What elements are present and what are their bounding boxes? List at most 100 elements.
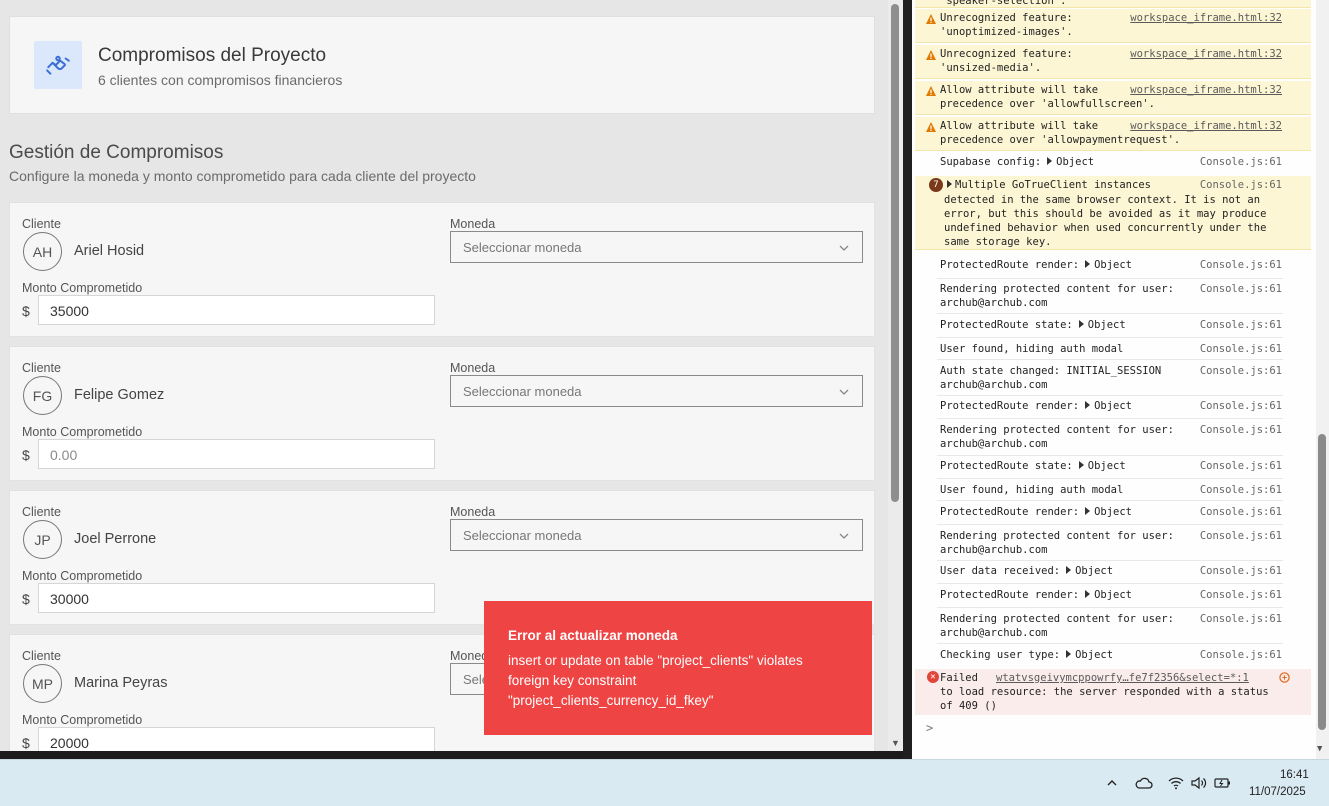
scroll-down-arrow-icon[interactable]: ▼: [1317, 744, 1322, 754]
expand-triangle-icon[interactable]: [1078, 461, 1084, 469]
console-error-url-link[interactable]: wtatvsgeivymcppowrfy…fe7f2356&select=*:1: [996, 671, 1249, 685]
onedrive-cloud-icon[interactable]: [1135, 774, 1153, 792]
console-message: undefined behavior when used concurrentl…: [944, 222, 1267, 234]
amount-input[interactable]: 0.00: [38, 439, 435, 469]
currency-select-placeholder: Seleccionar moneda: [463, 240, 582, 255]
expand-triangle-icon[interactable]: [1085, 260, 1091, 268]
app-scrollbar[interactable]: ▼: [888, 0, 903, 751]
amount-input[interactable]: 20000: [38, 727, 435, 751]
console-log-row: ProtectedRoute render: Object Console.js:…: [915, 397, 1311, 417]
amount-input[interactable]: 35000: [38, 295, 435, 325]
console-source-link[interactable]: Console.js:61: [1200, 588, 1282, 602]
console-object[interactable]: Object: [1094, 589, 1132, 601]
console-source-link[interactable]: Console.js:61: [1200, 529, 1282, 543]
console-object[interactable]: Object: [1075, 649, 1113, 661]
currency-select[interactable]: Seleccionar moneda: [450, 375, 863, 407]
console-object[interactable]: Object: [1094, 259, 1132, 271]
log-separator: [937, 395, 1283, 396]
amount-input[interactable]: 30000: [38, 583, 435, 613]
expand-triangle-icon[interactable]: [1085, 401, 1091, 409]
console-message-text: ProtectedRoute render:: [940, 400, 1080, 412]
console-source-link[interactable]: Console.js:61: [1200, 399, 1282, 413]
console-source-link[interactable]: Console.js:61: [1200, 505, 1282, 519]
warning-icon: [926, 14, 936, 24]
console-source-link[interactable]: Console.js:61: [1200, 423, 1282, 437]
console-source-link[interactable]: Console.js:61: [1200, 612, 1282, 626]
avatar: MP: [23, 664, 62, 703]
console-log-row: User found, hiding auth modal Console.js…: [915, 340, 1311, 358]
handshake-icon: [34, 41, 82, 89]
console-object[interactable]: Object: [1094, 506, 1132, 518]
console-warning-row: Unrecognized feature: 'unoptimized-image…: [915, 9, 1311, 43]
console-source-link[interactable]: workspace_iframe.html:32: [1130, 119, 1282, 133]
battery-icon[interactable]: [1214, 774, 1232, 792]
console-warning-row: 'speaker-selection'.: [915, 0, 1311, 8]
client-card: Cliente FG Felipe Gomez Moneda Seleccion…: [9, 346, 875, 481]
clock-date[interactable]: 11/07/2025: [1249, 786, 1306, 798]
console-message-text: ProtectedRoute render:: [940, 259, 1080, 271]
console-prompt-icon[interactable]: >: [926, 721, 933, 735]
console-source-link[interactable]: Console.js:61: [1200, 364, 1282, 378]
expand-triangle-icon[interactable]: [1085, 507, 1091, 515]
avatar: FG: [23, 376, 62, 415]
console-message: 'speaker-selection'.: [940, 0, 1067, 7]
console-object[interactable]: Object: [1056, 156, 1094, 168]
console-message: ProtectedRoute render: Object: [940, 258, 1132, 272]
amount-label: Monto Comprometido: [22, 713, 143, 727]
console-log-row: Checking user type: Object Console.js:61: [915, 646, 1311, 666]
clock-time[interactable]: 16:41: [1280, 769, 1309, 781]
chevron-up-icon[interactable]: [1103, 774, 1121, 792]
expand-triangle-icon[interactable]: [1066, 566, 1072, 574]
client-card: Cliente AH Ariel Hosid Moneda Selecciona…: [9, 202, 875, 337]
console-message: Failed: [940, 672, 978, 684]
console-scrollbar[interactable]: ▼: [1316, 0, 1329, 759]
console-source-link[interactable]: Console.js:61: [1200, 318, 1282, 332]
console-source-link[interactable]: Console.js:61: [1200, 483, 1282, 497]
console-source-link[interactable]: Console.js:61: [1200, 564, 1282, 578]
console-source-link[interactable]: Console.js:61: [1200, 459, 1282, 473]
pane-divider[interactable]: [903, 0, 912, 759]
console-object[interactable]: Object: [1088, 319, 1126, 331]
amount-label: Monto Comprometido: [22, 281, 143, 295]
expand-triangle-icon[interactable]: [1047, 157, 1053, 165]
currency-label: Moneda: [450, 361, 496, 375]
console-source-link[interactable]: Console.js:61: [1200, 342, 1282, 356]
client-label: Cliente: [22, 217, 61, 231]
console-log-row: Rendering protected content for user: ar…: [915, 280, 1311, 312]
console-source-link[interactable]: Console.js:61: [1200, 178, 1282, 192]
console-source-link[interactable]: workspace_iframe.html:32: [1130, 47, 1282, 61]
log-separator: [937, 478, 1283, 479]
console-object[interactable]: Object: [1094, 400, 1132, 412]
toast-message: insert or update on table "project_clien…: [508, 651, 848, 711]
expand-triangle-icon[interactable]: [947, 180, 952, 188]
expand-triangle-icon[interactable]: [1078, 320, 1084, 328]
toast-message-line: insert or update on table "project_clien…: [508, 653, 803, 668]
console-scrollbar-thumb[interactable]: [1318, 434, 1326, 730]
console-source-link[interactable]: Console.js:61: [1200, 648, 1282, 662]
console-source-link[interactable]: Console.js:61: [1200, 155, 1282, 169]
console-source-link[interactable]: workspace_iframe.html:32: [1130, 83, 1282, 97]
currency-symbol: $: [22, 303, 30, 319]
wifi-icon[interactable]: [1167, 774, 1185, 792]
error-toast[interactable]: Error al actualizar moneda insert or upd…: [484, 601, 872, 735]
amount-label: Monto Comprometido: [22, 425, 143, 439]
console-source-link[interactable]: workspace_iframe.html:32: [1130, 11, 1282, 25]
network-icon[interactable]: [1279, 672, 1290, 683]
devtools-console: 'speaker-selection'. Unrecognized featur…: [912, 0, 1329, 759]
console-object[interactable]: Object: [1075, 565, 1113, 577]
volume-icon[interactable]: [1190, 774, 1208, 792]
currency-select[interactable]: Seleccionar moneda: [450, 231, 863, 263]
expand-triangle-icon[interactable]: [1066, 650, 1072, 658]
currency-select[interactable]: Seleccionar moneda: [450, 519, 863, 551]
amount-placeholder: 0.00: [50, 447, 78, 463]
app-scrollbar-thumb[interactable]: [891, 4, 899, 502]
console-message-text: ProtectedRoute render:: [940, 506, 1080, 518]
console-source-link[interactable]: Console.js:61: [1200, 282, 1282, 296]
console-message: Rendering protected content for user:: [940, 424, 1174, 436]
expand-triangle-icon[interactable]: [1085, 590, 1091, 598]
scroll-down-arrow-icon[interactable]: ▼: [891, 738, 900, 748]
console-object[interactable]: Object: [1088, 460, 1126, 472]
console-log-row: ProtectedRoute render: Object Console.js:…: [915, 503, 1311, 523]
console-source-link[interactable]: Console.js:61: [1200, 258, 1282, 272]
currency-label: Moneda: [450, 217, 496, 231]
